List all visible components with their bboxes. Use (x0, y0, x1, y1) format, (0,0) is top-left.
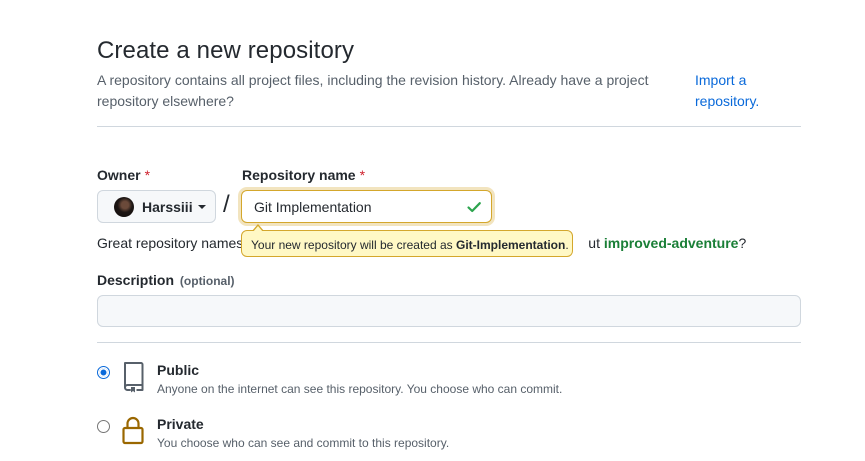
visibility-divider (97, 342, 801, 343)
tooltip-suffix: . (565, 238, 569, 252)
private-radio[interactable] (97, 420, 110, 433)
repo-name-label: Repository name * (242, 167, 365, 183)
repo-book-icon (124, 362, 144, 393)
import-repository-link[interactable]: Import a repository. (695, 70, 775, 112)
owner-label: Owner * (97, 167, 150, 183)
suggestion-prefix: Great repository names (97, 235, 244, 251)
owner-dropdown[interactable]: Harssiii (97, 190, 216, 223)
chevron-down-icon (197, 205, 206, 209)
page-title: Create a new repository (97, 37, 355, 64)
suggestion-hidden-suffix: ut (588, 235, 600, 251)
repository-name-input[interactable] (241, 190, 492, 223)
public-title: Public (157, 362, 200, 378)
owner-repo-separator: / (223, 191, 230, 218)
private-description: You choose who can see and commit to thi… (157, 436, 450, 450)
description-label-text: Description (97, 272, 175, 288)
public-description: Anyone on the internet can see this repo… (157, 382, 563, 396)
owner-required-mark: * (144, 167, 151, 183)
public-radio[interactable] (97, 366, 110, 379)
check-icon (467, 202, 481, 213)
private-title: Private (157, 416, 204, 432)
tooltip-slug: Git-Implementation (456, 238, 566, 252)
page-subtitle: A repository contains all project files,… (97, 72, 649, 109)
tooltip-prefix: Your new repository will be created as (251, 238, 456, 252)
owner-name: Harssiii (142, 198, 193, 215)
repo-name-label-text: Repository name (242, 167, 356, 183)
suggested-name-link[interactable]: improved-adventure (604, 235, 739, 251)
header-divider (97, 126, 801, 127)
create-repo-page: Create a new repository A repository con… (0, 0, 865, 461)
repo-name-tooltip: Your new repository will be created as G… (241, 224, 573, 257)
owner-label-text: Owner (97, 167, 141, 183)
repo-name-required-mark: * (359, 167, 366, 183)
suggestion-question-mark: ? (738, 235, 747, 251)
description-label: Description (optional) (97, 272, 235, 288)
owner-avatar (114, 196, 134, 217)
description-input[interactable] (97, 295, 801, 327)
lock-icon (122, 416, 144, 445)
description-optional-hint: (optional) (179, 274, 235, 288)
